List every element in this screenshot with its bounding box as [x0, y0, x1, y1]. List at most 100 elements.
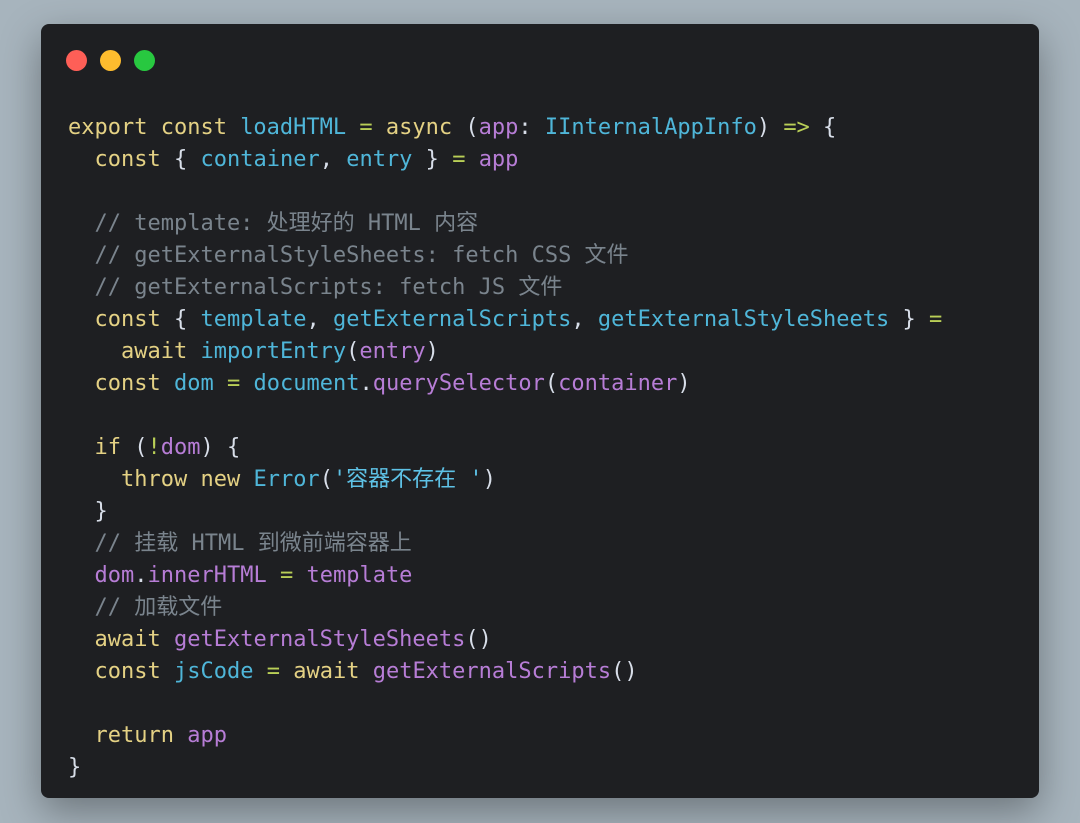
code-token: = — [279, 563, 294, 588]
code-token: ( — [346, 339, 360, 364]
code-token: . — [134, 563, 148, 588]
code-token: = — [929, 307, 943, 332]
code-token: = — [266, 659, 280, 684]
code-token: app — [478, 115, 519, 140]
code-token: ) — [482, 467, 496, 492]
code-token: const — [94, 147, 161, 172]
code-token: , — [571, 307, 598, 332]
code-line: return app — [68, 720, 942, 752]
code-line: await importEntry(entry) — [68, 336, 942, 368]
code-token: template — [306, 563, 413, 588]
code-token: } — [68, 499, 108, 524]
code-token: // getExternalScripts: fetch JS 文件 — [68, 275, 563, 300]
close-control[interactable] — [66, 50, 87, 71]
code-line: // 挂载 HTML 到微前端容器上 — [68, 528, 942, 560]
code-line: export const loadHTML = async (app: IInt… — [68, 112, 942, 144]
code-line: const { container, entry } = app — [68, 144, 942, 176]
code-token: { — [809, 115, 837, 140]
code-line: throw new Error('容器不存在 ') — [68, 464, 942, 496]
code-token: querySelector — [372, 371, 545, 396]
code-token: loadHTML — [240, 115, 347, 140]
code-token: IInternalAppInfo — [544, 115, 757, 140]
code-token: getExternalStyleSheets — [173, 627, 466, 652]
minimize-control[interactable] — [100, 50, 121, 71]
code-line: if (!dom) { — [68, 432, 942, 464]
code-token: app — [187, 723, 227, 748]
code-token: await — [293, 659, 360, 684]
code-token: entry — [359, 339, 426, 364]
code-token: { — [160, 147, 201, 172]
code-token: app — [478, 147, 519, 172]
code-token: : — [518, 115, 545, 140]
code-line: await getExternalStyleSheets() — [68, 624, 942, 656]
code-token: // 加载文件 — [68, 595, 223, 620]
code-token: document — [253, 371, 360, 396]
code-token: getExternalScripts — [372, 659, 612, 684]
code-line: // template: 处理好的 HTML 内容 — [68, 208, 942, 240]
code-token: importEntry — [200, 339, 347, 364]
code-token: } — [889, 307, 930, 332]
code-token: // getExternalStyleSheets: fetch CSS 文件 — [68, 243, 629, 268]
code-token: ( — [121, 435, 148, 460]
code-token: // template: 处理好的 HTML 内容 — [68, 211, 479, 236]
code-token: => — [783, 115, 810, 140]
code-token: = — [359, 115, 373, 140]
code-token: ) — [425, 339, 439, 364]
code-block: export const loadHTML = async (app: IInt… — [68, 112, 942, 784]
code-token: const — [94, 307, 161, 332]
code-token: } — [68, 755, 82, 780]
code-token: , — [319, 147, 347, 172]
code-line: // getExternalStyleSheets: fetch CSS 文件 — [68, 240, 942, 272]
code-token: await — [120, 339, 188, 364]
code-window: export const loadHTML = async (app: IInt… — [41, 24, 1039, 798]
code-token: { — [160, 307, 201, 332]
code-token: () — [611, 659, 638, 684]
zoom-control[interactable] — [134, 50, 155, 71]
code-token: await — [94, 627, 161, 652]
code-token: dom — [173, 371, 214, 396]
code-token: getExternalScripts — [332, 307, 572, 332]
code-line: // 加载文件 — [68, 592, 942, 624]
code-line: const dom = document.querySelector(conta… — [68, 368, 942, 400]
code-line: dom.innerHTML = template — [68, 560, 942, 592]
code-token: const — [94, 659, 161, 684]
code-token: = — [226, 371, 241, 396]
window-controls — [66, 50, 155, 71]
code-token: async — [385, 115, 453, 140]
code-token: '容器不存在 ' — [332, 467, 483, 492]
code-token: jsCode — [173, 659, 254, 684]
code-token: dom — [94, 563, 135, 588]
code-token: dom — [160, 435, 201, 460]
code-token: entry — [346, 147, 413, 172]
code-token: ) — [756, 115, 784, 140]
code-line: } — [68, 752, 942, 784]
code-token: , — [306, 307, 333, 332]
code-token: ) { — [200, 435, 241, 460]
code-token: container — [558, 371, 678, 396]
